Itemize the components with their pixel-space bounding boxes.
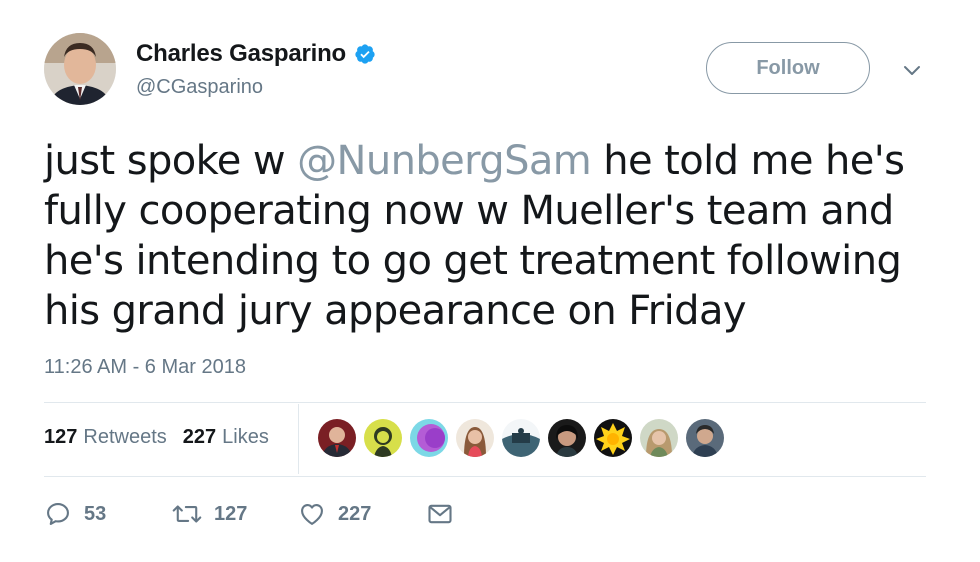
mention-link[interactable]: @NunbergSam [297,138,592,184]
reply-icon [47,503,69,525]
author-display-name[interactable]: Charles Gasparino [136,40,346,68]
liker-avatar[interactable] [502,419,540,457]
follow-button[interactable]: Follow [706,42,870,94]
like-count: 227 [338,502,372,525]
verified-badge-icon [354,43,376,65]
retweets-stat[interactable]: 127 Retweets [44,426,167,449]
retweet-icon [172,505,202,523]
tweet-timestamp[interactable]: 11:26 AM - 6 Mar 2018 [44,356,246,379]
retweet-button[interactable]: 127 [172,500,247,528]
liker-avatar[interactable] [640,419,678,457]
liker-avatar[interactable] [410,419,448,457]
author-handle[interactable]: @CGasparino [136,76,263,99]
like-button[interactable]: 227 [298,500,371,528]
author-avatar[interactable] [44,33,116,105]
reply-button[interactable]: 53 [44,500,106,528]
tweet-card: Charles Gasparino @CGasparino Follow jus… [0,0,980,562]
liker-avatar[interactable] [364,419,402,457]
likes-stat[interactable]: 227 Likes [183,426,269,449]
tweet-text: just spoke w @NunbergSam he told me he's… [44,136,924,336]
liker-avatar[interactable] [686,419,724,457]
divider [44,402,926,403]
retweets-label: Retweets [83,426,167,448]
liker-avatar[interactable] [318,419,356,457]
tweet-stats: 127 Retweets 227 Likes [44,426,269,449]
liker-avatars [318,419,732,457]
retweets-count: 127 [44,426,78,448]
chevron-down-icon[interactable] [900,58,924,82]
divider [44,476,926,477]
likes-count: 227 [182,426,217,448]
heart-icon [301,503,323,525]
envelope-icon [428,504,452,524]
author-name-row[interactable]: Charles Gasparino [136,40,376,68]
reply-count: 53 [84,502,107,525]
liker-avatar[interactable] [594,419,632,457]
likes-label: Likes [222,426,269,448]
liker-avatar[interactable] [456,419,494,457]
direct-message-button[interactable] [426,500,454,528]
tweet-text-before: just spoke w [44,138,298,184]
retweet-count: 127 [214,502,248,525]
stats-separator [298,404,299,474]
liker-avatar[interactable] [548,419,586,457]
